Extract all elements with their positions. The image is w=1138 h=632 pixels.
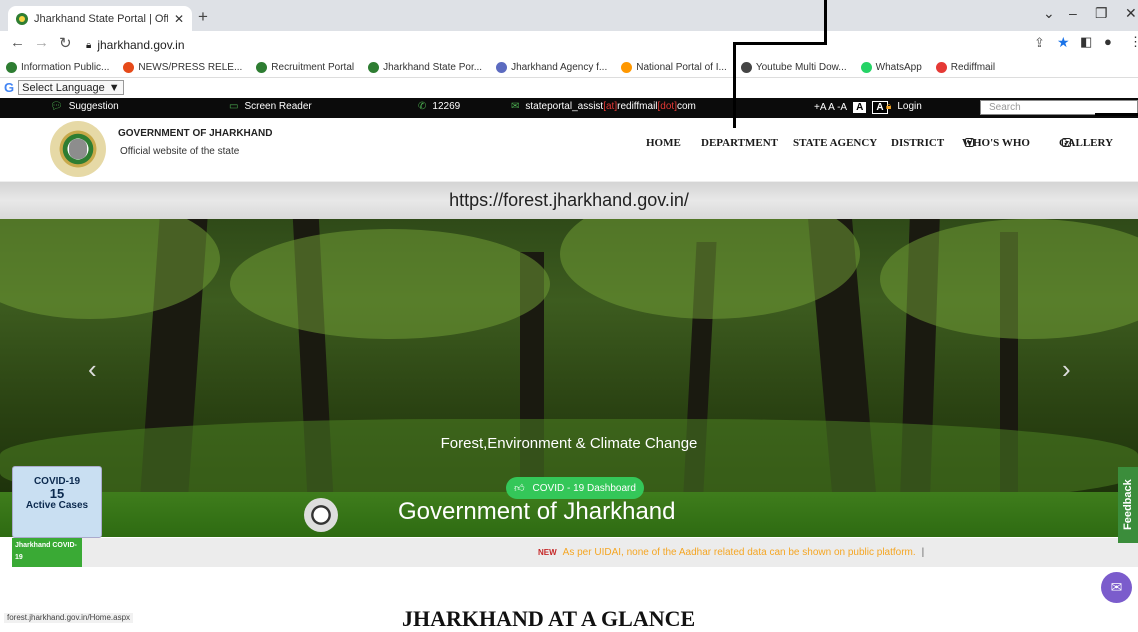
browser-tab-bar: Jharkhand State Portal | Official W ✕ + … (0, 0, 1138, 31)
bookmark-item[interactable]: Rediffmail (935, 62, 995, 73)
contact-email[interactable]: ✉ stateportal_assist[at]rediffmail[dot]co… (511, 101, 696, 112)
nav-state-agency[interactable]: STATE AGENCY (793, 137, 877, 149)
site-title: GOVERNMENT OF JHARKHAND (118, 128, 273, 139)
browser-tab[interactable]: Jharkhand State Portal | Official W ✕ (8, 6, 192, 31)
bookmark-favicon-icon (740, 62, 752, 73)
bookmark-favicon-icon (6, 62, 17, 73)
login-link[interactable]: 🔒︎ Login (886, 101, 922, 112)
dropdown-square-icon (965, 138, 974, 147)
nav-whos-who[interactable]: WHO'S WHO (962, 137, 1030, 149)
site-header: GOVERNMENT OF JHARKHAND Official website… (0, 118, 1138, 182)
helpline-number: ✆ 12269 (418, 101, 461, 112)
covid-tag: Jharkhand COVID-19 (12, 538, 82, 567)
nav-home[interactable]: HOME (646, 137, 681, 149)
status-bar-url: forest.jharkhand.gov.in/Home.aspx (4, 613, 134, 623)
bookmarks-bar: Information Public... NEWS/PRESS RELE... R… (0, 58, 1138, 78)
bookmark-item[interactable]: Information Public... (6, 62, 109, 73)
new-tab-icon[interactable]: + (198, 7, 208, 27)
nav-gallery[interactable]: GALLERY (1059, 137, 1113, 149)
bookmark-item[interactable]: National Portal of I... (621, 62, 727, 73)
bookmark-favicon-icon (123, 62, 135, 73)
annotation-line (733, 42, 827, 45)
reload-icon[interactable]: ↻ (59, 34, 72, 52)
bookmark-favicon-icon (368, 62, 380, 73)
back-icon[interactable]: ← (10, 34, 25, 51)
hero-slider: ‹ › Forest,Environment & Climate Change (0, 219, 1138, 492)
dropdown-icon: ▼ (108, 81, 120, 94)
nav-department[interactable]: DEPARTMENT (701, 137, 778, 149)
feedback-tab[interactable]: Feedback (1118, 467, 1138, 543)
envelope-icon: ✉ (1110, 579, 1123, 595)
new-badge: NEW (538, 548, 557, 557)
lock-icon: 🔒︎ (86, 39, 92, 51)
annotation-line (824, 0, 827, 44)
bookmark-favicon-icon (256, 62, 268, 73)
forward-icon[interactable]: → (34, 34, 49, 51)
lock-login-icon: 🔒︎ (886, 101, 892, 112)
slider-prev-icon[interactable]: ‹ (88, 354, 97, 385)
menu-kebab-icon[interactable]: ⋮ (1129, 34, 1138, 50)
chat-icon: 💬︎ (50, 101, 63, 112)
url-text: jharkhand.gov.in (97, 38, 185, 52)
profile-icon[interactable]: ● (1104, 34, 1112, 49)
tab-search-icon[interactable]: ⌄ (1043, 5, 1055, 22)
banner-title: Government of Jharkhand (398, 498, 676, 525)
jharkhand-emblem-logo[interactable] (50, 121, 106, 177)
bookmark-favicon-icon (935, 62, 947, 73)
bookmark-favicon-icon (621, 62, 633, 73)
maximize-icon[interactable]: ❐ (1095, 5, 1108, 22)
mail-chat-button[interactable]: ✉ (1101, 572, 1132, 603)
minimize-icon[interactable]: – (1069, 5, 1077, 21)
active-cases-count: 15 (49, 486, 65, 501)
bookmark-item[interactable]: WhatsApp (860, 62, 922, 73)
bookmark-favicon-icon (496, 62, 508, 73)
close-tab-icon[interactable]: ✕ (174, 12, 184, 26)
banner-emblem-logo (304, 498, 338, 532)
language-select[interactable]: Select Language ▼ (18, 80, 124, 95)
slider-url-banner[interactable]: https://forest.jharkhand.gov.in/ (0, 182, 1138, 219)
covid-cases-widget[interactable]: COVID-19 15 Active Cases (12, 466, 102, 538)
bookmark-item[interactable]: Youtube Multi Dow... (740, 62, 847, 73)
annotation-line (733, 42, 736, 128)
bookmark-star-icon[interactable]: ★ (1057, 34, 1070, 51)
close-window-icon[interactable]: ✕ (1125, 5, 1137, 22)
bookmark-item[interactable]: Jharkhand State Por... (368, 62, 482, 73)
tab-title: Jharkhand State Portal | Official W (34, 12, 168, 25)
site-favicon-icon (16, 12, 28, 25)
side-panel-icon[interactable]: ◧ (1080, 34, 1092, 50)
monitor-icon: ▭ (229, 101, 239, 112)
slider-next-icon[interactable]: › (1062, 354, 1071, 385)
translate-bar: G Select Language ▼ (0, 79, 1138, 96)
bookmark-item[interactable]: Recruitment Portal (256, 62, 354, 73)
news-ticker: NEW As per UIDAI, none of the Aadhar rel… (82, 538, 1138, 567)
bookmark-favicon-icon (860, 62, 872, 73)
suggestion-link[interactable]: 💬︎ Suggestion (50, 101, 119, 112)
ticker-text[interactable]: As per UIDAI, none of the Aadhar related… (563, 547, 916, 558)
section-heading: JHARKHAND AT A GLANCE (402, 606, 696, 631)
contrast-light-button[interactable]: A (853, 102, 867, 113)
screen-reader-link[interactable]: ▭ Screen Reader (229, 101, 312, 112)
font-size-controls[interactable]: +A A -A A A (814, 101, 888, 114)
share-icon[interactable]: ⇪ (1034, 35, 1045, 51)
covid-dashboard-button[interactable]: 👍︎ COVID - 19 Dashboard (506, 477, 644, 499)
utility-strip: 💬︎ Suggestion ▭ Screen Reader ✆ 12269 ✉ stat… (0, 98, 1138, 118)
slide-caption: Forest,Environment & Climate Change (440, 435, 698, 452)
site-subtitle: Official website of the state (120, 146, 240, 157)
url-field[interactable]: 🔒︎ jharkhand.gov.in (86, 34, 1026, 56)
annotation-line (1095, 113, 1138, 116)
thumbs-up-icon: 👍︎ (514, 483, 525, 494)
phone-icon: ✆ (418, 101, 427, 112)
google-icon: G (4, 80, 15, 95)
bookmark-item[interactable]: NEWS/PRESS RELE... (123, 62, 242, 73)
nav-district[interactable]: DISTRICT (891, 137, 944, 149)
envelope-icon: ✉ (511, 101, 520, 112)
bookmark-item[interactable]: Jharkhand Agency f... (496, 62, 607, 73)
dropdown-square-icon (1062, 138, 1071, 147)
